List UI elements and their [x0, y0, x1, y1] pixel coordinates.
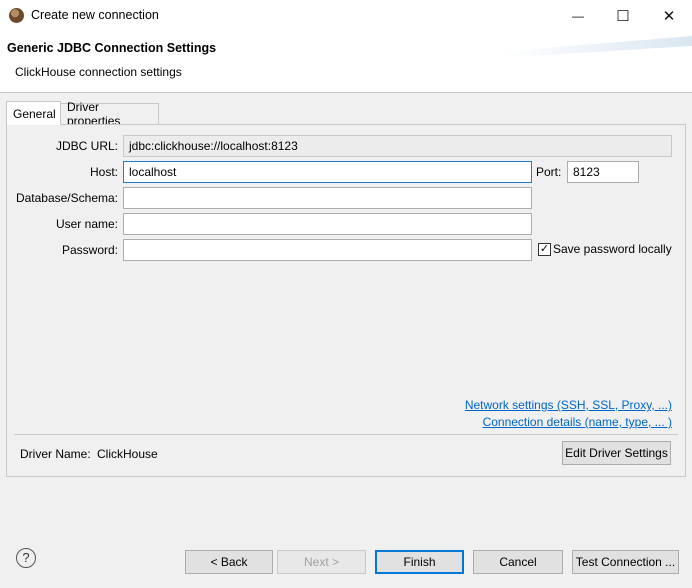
maximize-button[interactable]: ☐: [600, 0, 646, 32]
network-settings-link[interactable]: Network settings (SSH, SSL, Proxy, ...): [465, 398, 672, 412]
tab-general-label: General: [13, 106, 56, 121]
next-button[interactable]: Next >: [277, 550, 366, 574]
page-subtitle: ClickHouse connection settings: [15, 65, 182, 79]
connection-details-link[interactable]: Connection details (name, type, ... ): [483, 415, 672, 429]
username-label: User name:: [55, 217, 118, 231]
jdbc-url-label: JDBC URL:: [55, 139, 118, 153]
close-icon: ✕: [662, 8, 676, 25]
test-connection-button[interactable]: Test Connection ...: [572, 550, 679, 574]
port-label: Port:: [536, 165, 562, 179]
app-icon: [9, 8, 24, 23]
finish-button[interactable]: Finish: [375, 550, 464, 574]
help-button[interactable]: ?: [16, 548, 36, 568]
save-password-label: Save password locally: [553, 242, 672, 256]
cancel-button[interactable]: Cancel: [473, 550, 563, 574]
driver-name-label: Driver Name:: [20, 447, 91, 461]
database-field[interactable]: [123, 187, 532, 209]
host-field[interactable]: localhost: [123, 161, 532, 183]
minimize-button[interactable]: —: [555, 0, 601, 32]
header-decoration: [502, 36, 692, 58]
wizard-header: Generic JDBC Connection Settings ClickHo…: [0, 32, 692, 92]
database-label: Database/Schema:: [15, 191, 118, 205]
driver-name-value: ClickHouse: [97, 447, 158, 461]
help-icon: ?: [22, 550, 30, 565]
title-bar: Create new connection — ☐ ✕: [0, 0, 692, 32]
close-button[interactable]: ✕: [646, 0, 692, 32]
window-title: Create new connection: [31, 8, 159, 22]
save-password-checkbox[interactable]: ✓: [538, 243, 551, 256]
password-label: Password:: [61, 243, 118, 257]
driver-divider: [14, 434, 678, 435]
username-field[interactable]: [123, 213, 532, 235]
port-field[interactable]: 8123: [567, 161, 639, 183]
maximize-icon: ☐: [616, 8, 630, 25]
back-button[interactable]: < Back: [185, 550, 273, 574]
edit-driver-settings-button[interactable]: Edit Driver Settings: [562, 441, 671, 465]
tab-general[interactable]: General: [6, 101, 61, 125]
page-title: Generic JDBC Connection Settings: [7, 41, 217, 55]
jdbc-url-field[interactable]: jdbc:clickhouse://localhost:8123: [123, 135, 672, 157]
password-field[interactable]: [123, 239, 532, 261]
host-label: Host:: [89, 165, 118, 179]
minimize-icon: —: [572, 9, 584, 23]
header-divider: [0, 92, 692, 93]
tab-driver-properties[interactable]: Driver properties: [61, 100, 159, 128]
